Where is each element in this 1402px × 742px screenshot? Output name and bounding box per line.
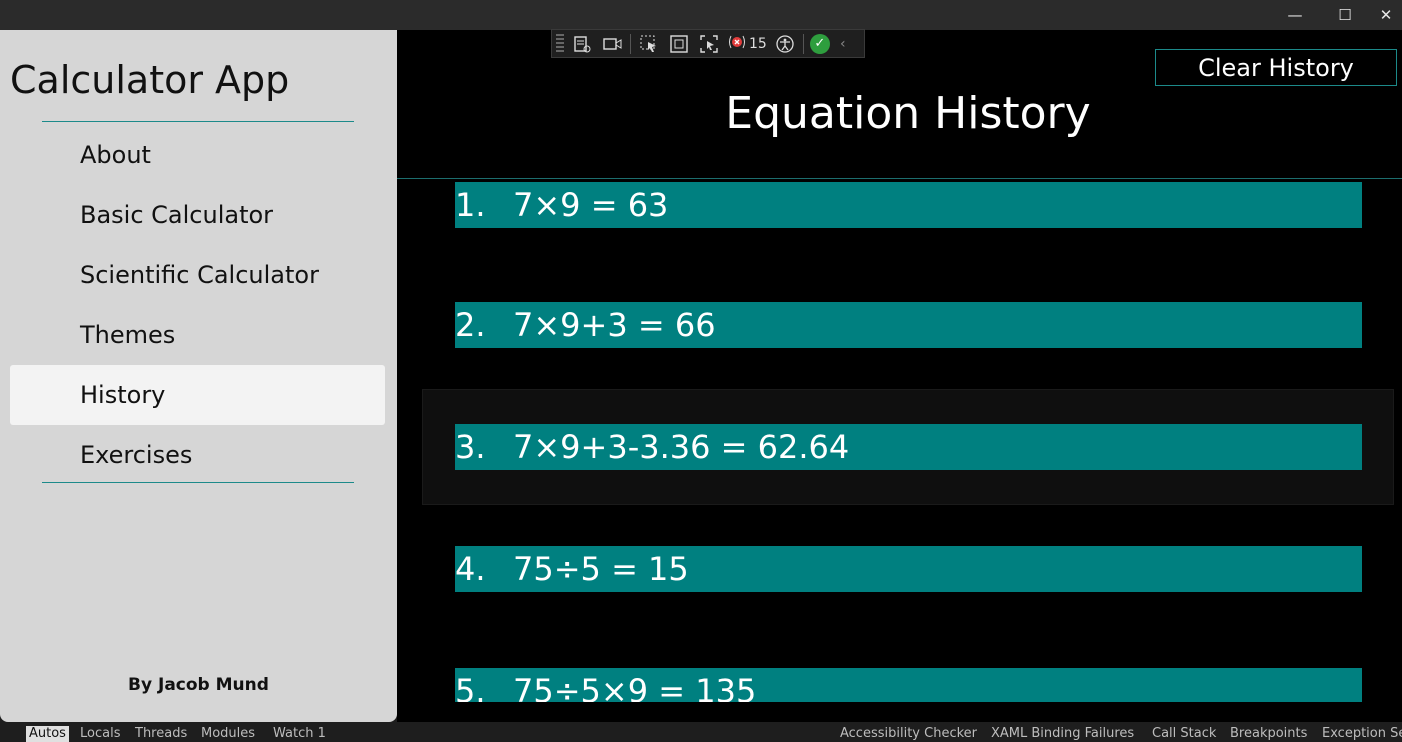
chevron-left-icon[interactable]: ‹ bbox=[836, 33, 850, 55]
bottom-panel-tabs: Autos Locals Threads Modules Watch 1 Acc… bbox=[0, 722, 1402, 742]
equation-text: 7×9 = 63 bbox=[513, 186, 669, 224]
track-focus-icon[interactable] bbox=[697, 33, 721, 55]
checkmark-icon[interactable]: ✓ bbox=[809, 33, 830, 54]
equation-text: 75÷5 = 15 bbox=[513, 550, 689, 588]
tab-threads[interactable]: Threads bbox=[135, 726, 187, 741]
equation-item[interactable]: 4. 75÷5 = 15 bbox=[455, 546, 1362, 592]
tab-watch-1[interactable]: Watch 1 bbox=[273, 726, 326, 741]
header-divider bbox=[397, 178, 1402, 179]
binding-errors-count[interactable]: 15 bbox=[727, 32, 767, 56]
equation-item[interactable]: 1. 7×9 = 63 bbox=[455, 182, 1362, 228]
clear-history-button[interactable]: Clear History bbox=[1155, 49, 1397, 86]
equation-number: 5. bbox=[455, 672, 486, 702]
equation-number: 3. bbox=[455, 428, 486, 466]
tab-modules[interactable]: Modules bbox=[201, 726, 255, 741]
accessibility-icon[interactable] bbox=[773, 33, 797, 55]
equation-text: 75÷5×9 = 135 bbox=[513, 672, 757, 702]
close-icon[interactable]: ✕ bbox=[1370, 0, 1402, 30]
error-count: 15 bbox=[749, 35, 767, 52]
sidebar-divider-top bbox=[42, 121, 354, 122]
equation-item[interactable]: 5. 75÷5×9 = 135 bbox=[455, 668, 1362, 702]
error-icon bbox=[727, 32, 747, 56]
tab-xaml-binding-failures[interactable]: XAML Binding Failures bbox=[991, 726, 1134, 741]
equation-item[interactable]: 3. 7×9+3-3.36 = 62.64 bbox=[455, 424, 1362, 470]
sidebar-item-history[interactable]: History bbox=[10, 365, 385, 425]
sidebar-item-about[interactable]: About bbox=[10, 125, 385, 185]
tab-autos[interactable]: Autos bbox=[26, 726, 69, 742]
equation-text: 7×9+3 = 66 bbox=[513, 306, 716, 344]
equation-number: 2. bbox=[455, 306, 486, 344]
equation-number: 1. bbox=[455, 186, 486, 224]
tab-breakpoints[interactable]: Breakpoints bbox=[1230, 726, 1307, 741]
sidebar: Calculator App About Basic Calculator Sc… bbox=[0, 30, 397, 722]
sidebar-item-scientific-calculator[interactable]: Scientific Calculator bbox=[10, 245, 385, 305]
author-credit: By Jacob Mund bbox=[128, 675, 269, 695]
equation-number: 4. bbox=[455, 550, 486, 588]
video-camera-icon[interactable] bbox=[600, 33, 624, 55]
sidebar-item-basic-calculator[interactable]: Basic Calculator bbox=[10, 185, 385, 245]
select-element-icon[interactable] bbox=[637, 33, 661, 55]
toolbar-grip[interactable] bbox=[556, 33, 564, 54]
history-page: Clear History Equation History 1. 7×9 = 6… bbox=[397, 30, 1402, 722]
tab-exception-settings[interactable]: Exception Se bbox=[1322, 726, 1402, 741]
sidebar-divider-bottom bbox=[42, 482, 354, 483]
sidebar-item-exercises[interactable]: Exercises bbox=[10, 425, 385, 485]
tab-locals[interactable]: Locals bbox=[80, 726, 120, 741]
title-bar: — ☐ ✕ bbox=[0, 0, 1402, 30]
minimize-icon[interactable]: — bbox=[1270, 0, 1320, 30]
app-title: Calculator App bbox=[10, 58, 290, 102]
live-visual-tree-icon[interactable] bbox=[570, 33, 594, 55]
page-title: Equation History bbox=[725, 88, 1091, 139]
sidebar-item-themes[interactable]: Themes bbox=[10, 305, 385, 365]
equation-text: 7×9+3-3.36 = 62.64 bbox=[513, 428, 850, 466]
tab-accessibility-checker[interactable]: Accessibility Checker bbox=[840, 726, 977, 741]
tab-call-stack[interactable]: Call Stack bbox=[1152, 726, 1216, 741]
sidebar-nav: About Basic Calculator Scientific Calcul… bbox=[10, 125, 385, 485]
maximize-icon[interactable]: ☐ bbox=[1320, 0, 1370, 30]
display-layout-adorners-icon[interactable] bbox=[667, 33, 691, 55]
xaml-dev-toolbar: 15 ✓ ‹ bbox=[551, 29, 865, 58]
equation-item[interactable]: 2. 7×9+3 = 66 bbox=[455, 302, 1362, 348]
